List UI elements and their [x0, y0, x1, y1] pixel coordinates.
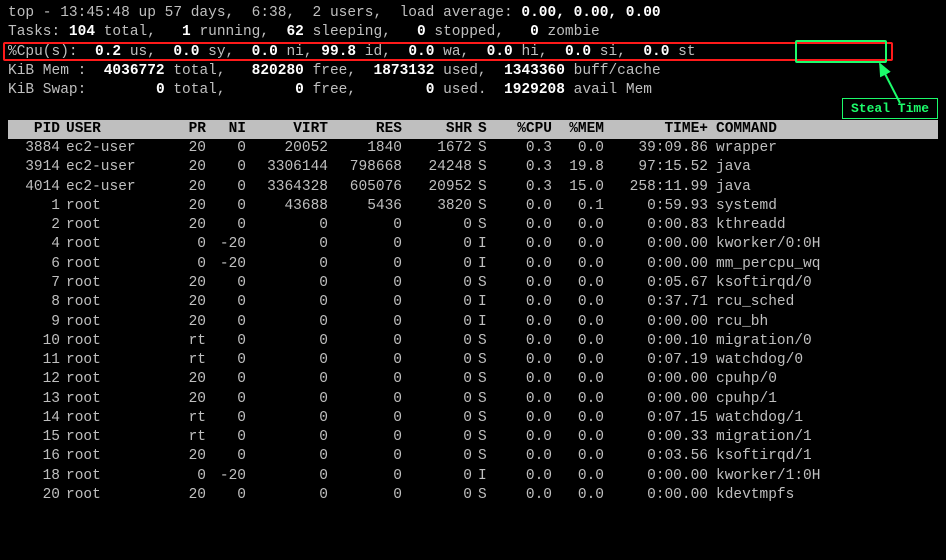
table-row[interactable]: 3884ec2-user2002005218401672S0.30.039:09… — [8, 139, 820, 158]
cpu-line: %Cpu(s): 0.2 us, 0.0 sy, 0.0 ni, 99.8 id… — [8, 43, 938, 62]
table-row[interactable]: 8root200000I0.00.00:37.71rcu_sched — [8, 293, 820, 312]
table-row[interactable]: 9root200000I0.00.00:00.00rcu_bh — [8, 313, 820, 332]
table-row[interactable]: 7root200000S0.00.00:05.67ksoftirqd/0 — [8, 274, 820, 293]
table-row[interactable]: 13root200000S0.00.00:00.00cpuhp/1 — [8, 390, 820, 409]
table-row[interactable]: 2root200000S0.00.00:00.83kthreadd — [8, 216, 820, 235]
terminal-top-screenshot: top - 13:45:48 up 57 days, 6:38, 2 users… — [0, 0, 946, 560]
table-row[interactable]: 3914ec2-user200330614479866824248S0.319.… — [8, 158, 820, 177]
top-uptime-line: top - 13:45:48 up 57 days, 6:38, 2 users… — [8, 4, 938, 23]
table-row[interactable]: 14rootrt0000S0.00.00:07.15watchdog/1 — [8, 409, 820, 428]
process-table-header[interactable]: PID USER PR NI VIRT RES SHR S %CPU %MEM … — [8, 120, 938, 139]
table-row[interactable]: 4root0-20000I0.00.00:00.00kworker/0:0H — [8, 235, 820, 254]
steal-time-label: Steal Time — [842, 98, 938, 119]
table-row[interactable]: 4014ec2-user200336432860507620952S0.315.… — [8, 178, 820, 197]
swap-line: KiB Swap: 0 total, 0 free, 0 used. 19292… — [8, 81, 938, 100]
blank-line — [8, 100, 938, 119]
table-row[interactable]: 16root200000S0.00.00:03.56ksoftirqd/1 — [8, 447, 820, 466]
table-row[interactable]: 1root2004368854363820S0.00.10:59.93syste… — [8, 197, 820, 216]
mem-line: KiB Mem : 4036772 total, 820280 free, 18… — [8, 62, 938, 81]
process-table: 3884ec2-user2002005218401672S0.30.039:09… — [8, 139, 820, 505]
table-row[interactable]: 11rootrt0000S0.00.00:07.19watchdog/0 — [8, 351, 820, 370]
table-row[interactable]: 10rootrt0000S0.00.00:00.10migration/0 — [8, 332, 820, 351]
table-row[interactable]: 6root0-20000I0.00.00:00.00mm_percpu_wq — [8, 255, 820, 274]
table-row[interactable]: 20root200000S0.00.00:00.00kdevtmpfs — [8, 486, 820, 505]
table-row[interactable]: 12root200000S0.00.00:00.00cpuhp/0 — [8, 370, 820, 389]
tasks-line: Tasks: 104 total, 1 running, 62 sleeping… — [8, 23, 938, 42]
table-row[interactable]: 15rootrt0000S0.00.00:00.33migration/1 — [8, 428, 820, 447]
table-row[interactable]: 18root0-20000I0.00.00:00.00kworker/1:0H — [8, 467, 820, 486]
